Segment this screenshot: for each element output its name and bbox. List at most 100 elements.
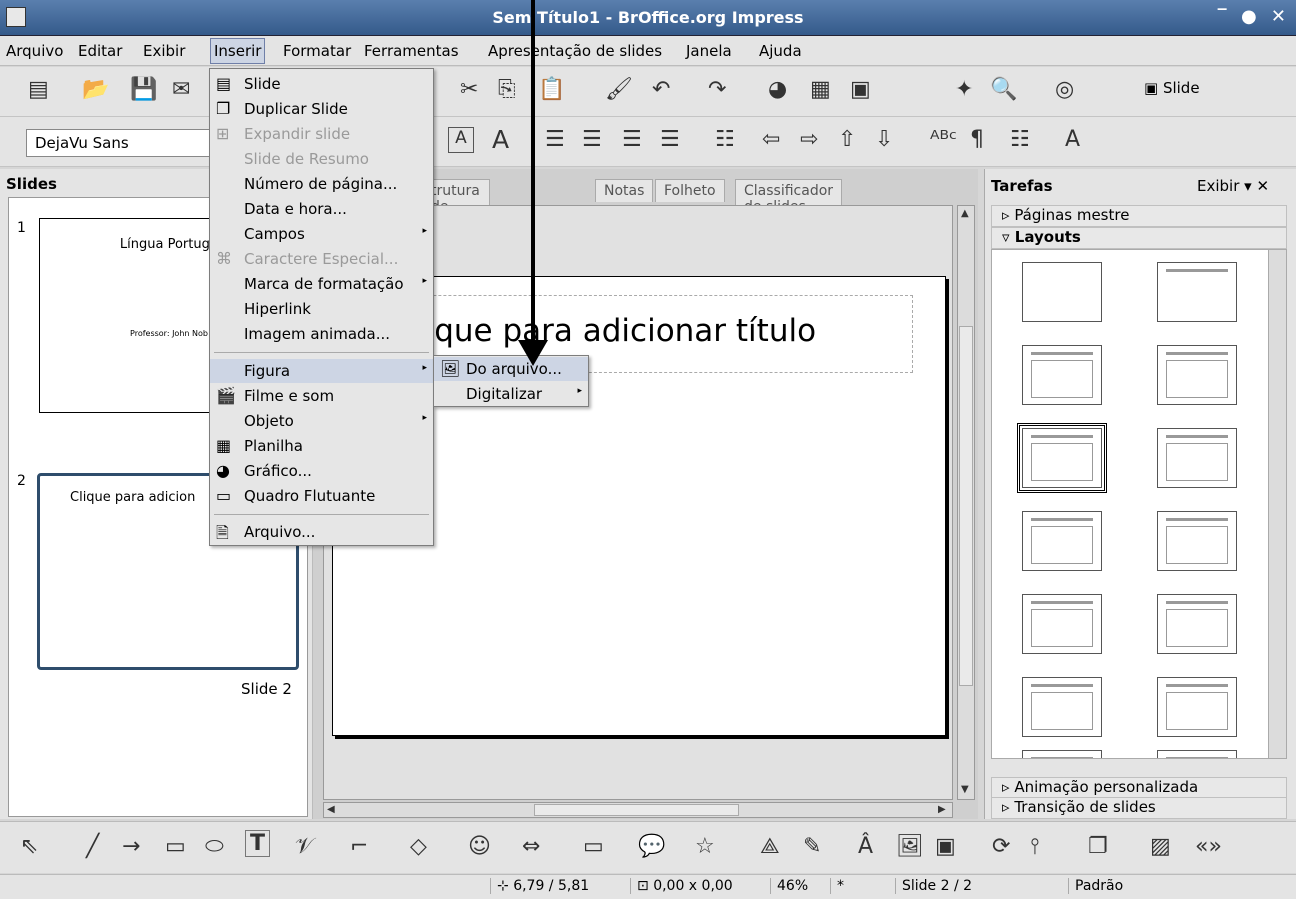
scroll-left-icon[interactable]: ◀ [327, 804, 335, 815]
menu-item-hyperlink[interactable]: Hiperlink [210, 297, 433, 321]
shadow-icon[interactable]: ▨ [1150, 834, 1171, 859]
menu-item-page-number[interactable]: Número de página... [210, 172, 433, 196]
section-master-pages[interactable]: ▹ Páginas mestre [991, 205, 1287, 227]
table-icon[interactable]: ▦ [810, 77, 831, 102]
effects-icon[interactable]: ⟳ [992, 834, 1010, 859]
image-icon[interactable]: ▣ [850, 77, 871, 102]
layout-title-only[interactable] [1157, 262, 1237, 322]
menu-item-figure[interactable]: Figura ▸ [210, 359, 433, 383]
move-up-icon[interactable]: ⇧ [838, 127, 856, 152]
slide-button[interactable]: ▣ Slide [1144, 79, 1200, 97]
promote-icon[interactable]: ⇦ [762, 127, 780, 152]
gallery-icon[interactable]: ▣ [935, 834, 956, 859]
vertical-scrollbar[interactable]: ▲ ▼ [957, 205, 975, 800]
font-color-icon[interactable]: A [1065, 127, 1080, 152]
bullets-numbering-icon[interactable]: ☷ [1010, 127, 1030, 152]
menu-item-animated-image[interactable]: Imagem animada... [210, 322, 433, 346]
symbol-shapes-icon[interactable]: ☺ [468, 834, 491, 859]
menu-ajuda[interactable]: Ajuda [759, 42, 802, 60]
connector-icon[interactable]: ⌐ [350, 834, 368, 859]
vertical-scroll-thumb[interactable] [959, 326, 973, 686]
flowchart-icon[interactable]: ▭ [583, 834, 604, 859]
layout-two-columns[interactable] [1157, 345, 1237, 405]
horizontal-scroll-thumb[interactable] [534, 804, 739, 816]
menu-item-duplicate-slide[interactable]: ❐ Duplicar Slide [210, 97, 433, 121]
layout-text-image[interactable] [1022, 677, 1102, 737]
outline-font-icon[interactable]: A [448, 127, 474, 153]
chart-icon[interactable]: ◕ [768, 77, 787, 102]
undo-icon[interactable]: ↶ [652, 77, 670, 102]
align-left-icon[interactable]: ☰ [545, 127, 565, 152]
layout-more[interactable] [1157, 750, 1237, 758]
save-icon[interactable]: 💾 [130, 77, 157, 102]
scroll-right-icon[interactable]: ▶ [938, 804, 946, 815]
ellipse-icon[interactable]: ⬭ [205, 834, 224, 859]
select-arrow-icon[interactable]: ⇖ [20, 834, 38, 859]
email-icon[interactable]: ✉ [172, 77, 190, 102]
help-icon[interactable]: ◎ [1055, 77, 1074, 102]
zoom-icon[interactable]: 🔍 [990, 77, 1017, 102]
menu-inserir[interactable]: Inserir [210, 38, 266, 64]
horizontal-scrollbar[interactable]: ◀ ▶ [323, 802, 953, 818]
toggle-extrusion-icon[interactable]: «» [1195, 834, 1222, 859]
points-icon[interactable]: ⟁ [760, 834, 780, 859]
copy-icon[interactable]: ⎘ [498, 77, 516, 102]
align-right-icon[interactable]: ☰ [622, 127, 642, 152]
line-icon[interactable]: ╱ [86, 834, 99, 859]
block-arrows-icon[interactable]: ⇔ [522, 834, 540, 859]
menu-item-formatting-mark[interactable]: Marca de formatação ▸ [210, 272, 433, 296]
menu-item-chart[interactable]: ◕ Gráfico... [210, 459, 433, 483]
demote-icon[interactable]: ⇨ [800, 127, 818, 152]
menu-arquivo[interactable]: Arquivo [6, 42, 63, 60]
menu-item-scan[interactable]: Digitalizar ▸ [434, 382, 588, 406]
rectangle-icon[interactable]: ▭ [165, 834, 186, 859]
menu-janela[interactable]: Janela [686, 42, 732, 60]
menu-item-fields[interactable]: Campos ▸ [210, 222, 433, 246]
move-down-icon[interactable]: ⇩ [875, 127, 893, 152]
scroll-down-icon[interactable]: ▼ [961, 784, 969, 795]
window-controls[interactable]: ‾ ● ✕ [1218, 6, 1290, 27]
shadow-font-icon[interactable]: A [492, 125, 509, 154]
menu-exibir[interactable]: Exibir [143, 42, 185, 60]
text-icon[interactable]: T [245, 830, 271, 857]
callouts-icon[interactable]: 💬 [638, 834, 665, 859]
menu-item-slide[interactable]: ▤ Slide [210, 72, 433, 96]
menu-ferramentas[interactable]: Ferramentas [364, 42, 459, 60]
menu-formatar[interactable]: Formatar [283, 42, 351, 60]
align-icon[interactable]: ⫯ [1030, 834, 1040, 859]
layout-chart[interactable] [1022, 511, 1102, 571]
layout-blank[interactable] [1022, 262, 1102, 322]
arrange-icon[interactable]: ❐ [1088, 834, 1108, 859]
menu-item-file[interactable]: 🗎 Arquivo... [210, 520, 433, 544]
layout-title-text[interactable] [1022, 345, 1102, 405]
tab-handout[interactable]: Folheto [655, 179, 725, 202]
layouts-gallery[interactable] [991, 249, 1287, 759]
layout-title-object[interactable] [1157, 428, 1237, 488]
layout-text-chart[interactable] [1157, 594, 1237, 654]
redo-icon[interactable]: ↷ [708, 77, 726, 102]
paste-icon[interactable]: 📋 [538, 77, 565, 102]
layouts-scrollbar[interactable] [1268, 250, 1286, 758]
align-center-icon[interactable]: ☰ [582, 127, 602, 152]
line-arrow-icon[interactable]: → [122, 834, 140, 859]
tab-notes[interactable]: Notas [595, 179, 654, 202]
menu-item-movie-sound[interactable]: 🎬 Filme e som [210, 384, 433, 408]
layout-image-text[interactable] [1022, 594, 1102, 654]
menu-editar[interactable]: Editar [78, 42, 122, 60]
menu-item-date-time[interactable]: Data e hora... [210, 197, 433, 221]
cut-icon[interactable]: ✂ [460, 77, 478, 102]
tasks-view-menu[interactable]: Exibir ▾ ✕ [1197, 177, 1269, 195]
fontwork-icon[interactable]: Â [858, 834, 873, 859]
layout-table[interactable] [1157, 511, 1237, 571]
from-file-icon[interactable]: 🖼 [896, 834, 924, 859]
layout-chart-text[interactable] [1157, 677, 1237, 737]
menu-item-from-file[interactable]: 🖼 Do arquivo... [434, 357, 588, 381]
section-slide-transition[interactable]: ▹ Transição de slides [991, 797, 1287, 819]
menu-item-floating-frame[interactable]: ▭ Quadro Flutuante [210, 484, 433, 508]
layout-title-content[interactable] [1017, 423, 1107, 493]
menu-item-object[interactable]: Objeto ▸ [210, 409, 433, 433]
menu-item-spreadsheet[interactable]: ▦ Planilha [210, 434, 433, 458]
format-paintbrush-icon[interactable]: 🖌 [605, 77, 633, 102]
font-name-input[interactable]: DejaVu Sans [26, 129, 216, 157]
open-icon[interactable]: 📂 [82, 77, 109, 102]
